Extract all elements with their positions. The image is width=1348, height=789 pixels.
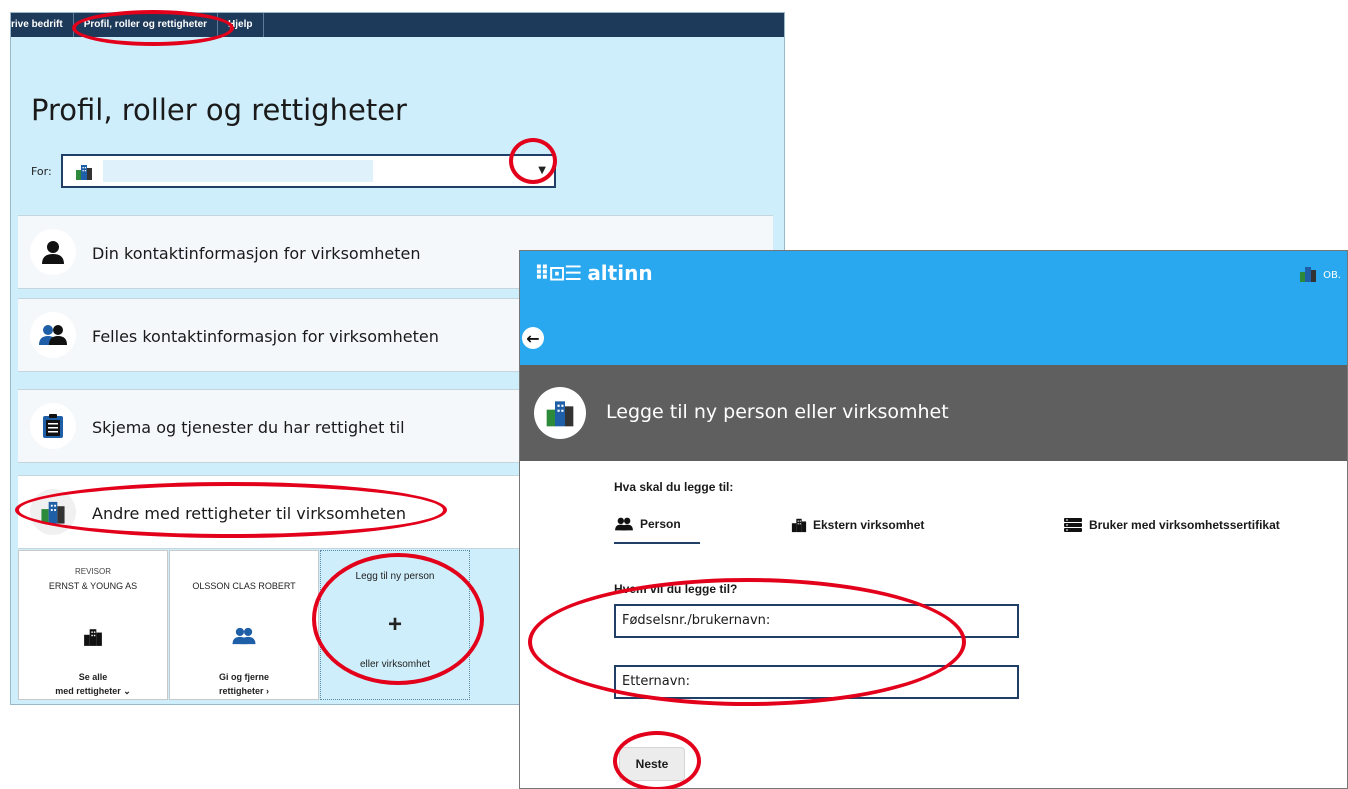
top-navigation: rive bedrift Profil, roller og rettighet… xyxy=(11,13,784,37)
menu-item-label: Skjema og tjenester du har rettighet til xyxy=(92,418,405,437)
dialog-title-bar: Legge til ny person eller virksomhet xyxy=(520,365,1347,461)
option-label: Person xyxy=(640,517,681,531)
altinn-logo-icon: ⠿⊡☰ xyxy=(534,261,582,285)
group-icon xyxy=(615,517,633,531)
dialog-title: Legge til ny person eller virksomhet xyxy=(606,401,949,423)
buildings-icon xyxy=(30,489,76,535)
question-what-to-add: Hva skal du legge til: xyxy=(614,480,734,494)
card-auditor[interactable]: REVISOR ERNST & YOUNG AS Se alle med ret… xyxy=(18,550,168,700)
option-external-business[interactable]: Ekstern virksomhet xyxy=(791,517,924,533)
organization-select[interactable]: ▼ xyxy=(61,154,556,188)
altinn-header: ⠿⊡☰ altinn OB. ← xyxy=(520,251,1347,365)
nav-tab-bedrift[interactable]: rive bedrift xyxy=(11,13,74,37)
person-icon xyxy=(30,229,76,275)
card-name: ERNST & YOUNG AS xyxy=(48,581,138,591)
question-who-to-add: Hvem vil du legge til? xyxy=(614,582,738,596)
buildings-icon xyxy=(1299,265,1317,286)
option-label: Bruker med virksomhetssertifikat xyxy=(1089,518,1280,532)
server-icon xyxy=(1064,518,1082,532)
buildings-icon xyxy=(791,518,807,533)
buildings-icon xyxy=(534,387,586,439)
card-link-give-remove[interactable]: Gi og fjerne xyxy=(170,672,318,682)
option-label: Ekstern virksomhet xyxy=(813,518,925,532)
add-person-panel: ⠿⊡☰ altinn OB. ← Legge til ny person elle… xyxy=(519,250,1348,789)
page-title: Profil, roller og rettigheter xyxy=(31,93,407,127)
menu-item-label: Din kontaktinformasjon for virksomheten xyxy=(92,244,421,263)
group-icon xyxy=(30,312,76,358)
buildings-icon xyxy=(19,627,167,647)
back-button[interactable]: ← xyxy=(522,327,544,349)
card-role: REVISOR xyxy=(74,567,111,576)
card-person[interactable]: OLSSON CLAS ROBERT Gi og fjerne rettighe… xyxy=(169,550,319,700)
option-person[interactable]: Person xyxy=(614,517,681,531)
add-person-or-business-card[interactable]: Legg til ny person + eller virksomhet xyxy=(320,550,470,700)
plus-icon: + xyxy=(387,611,402,638)
national-id-username-field[interactable]: Fødselsnr./brukernavn: xyxy=(614,604,1019,638)
selected-organization-highlight xyxy=(103,160,373,182)
last-name-field[interactable]: Etternavn: xyxy=(614,665,1019,699)
for-label: For: xyxy=(31,165,52,178)
group-icon xyxy=(170,627,318,645)
buildings-icon xyxy=(75,163,93,185)
card-link-see-all[interactable]: Se alle xyxy=(19,672,167,682)
add-card-line1: Legg til ny person xyxy=(355,571,435,582)
screenshot-composite: rive bedrift Profil, roller og rettighet… xyxy=(0,0,1348,789)
option-business-certificate-user[interactable]: Bruker med virksomhetssertifikat xyxy=(1063,517,1280,533)
menu-item-label: Andre med rettigheter til virksomheten xyxy=(92,504,407,523)
user-menu[interactable]: OB. xyxy=(1299,265,1341,286)
card-link-rights[interactable]: rettigheter › xyxy=(170,686,318,696)
dropdown-arrow-icon[interactable]: ▼ xyxy=(538,165,546,176)
next-button[interactable]: Neste xyxy=(619,747,685,781)
card-name: OLSSON CLAS ROBERT xyxy=(192,581,296,591)
clipboard-icon xyxy=(30,403,76,449)
selected-tab-underline xyxy=(614,542,700,544)
add-card-line2: eller virksomhet xyxy=(359,659,431,670)
user-name: OB. xyxy=(1323,270,1341,281)
altinn-logo[interactable]: ⠿⊡☰ altinn xyxy=(534,261,653,285)
nav-tab-profile-roles[interactable]: Profil, roller og rettigheter xyxy=(74,13,219,37)
card-link-with-rights[interactable]: med rettigheter ⌄ xyxy=(19,686,167,697)
nav-tab-help[interactable]: Hjelp xyxy=(218,13,264,37)
menu-item-label: Felles kontaktinformasjon for virksomhet… xyxy=(92,327,439,346)
